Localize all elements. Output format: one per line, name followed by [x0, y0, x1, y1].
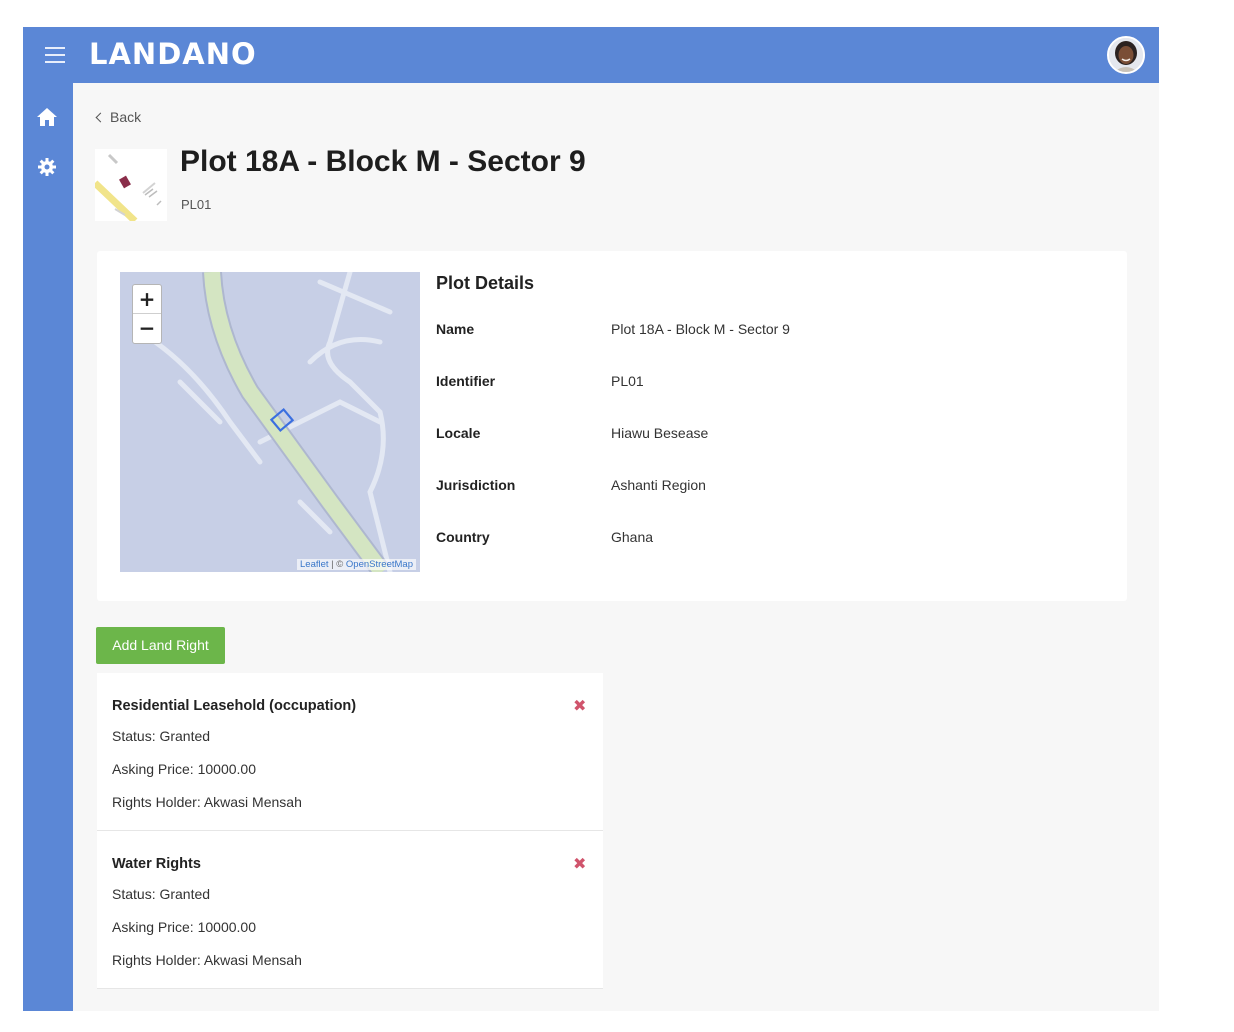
top-bar: LANDANO [23, 27, 1159, 83]
land-right-asking-price: Asking Price: 10000.00 [112, 761, 256, 777]
home-icon[interactable] [35, 105, 59, 129]
detail-label: Country [436, 529, 490, 545]
land-right-title: Water Rights [112, 856, 201, 872]
detail-value: Ghana [611, 529, 654, 545]
details-heading: Plot Details [436, 273, 535, 293]
detail-label: Locale [436, 425, 481, 441]
leaflet-link[interactable]: Leaflet [300, 559, 329, 570]
plot-map[interactable]: + − Leaflet | © OpenStreetMap [120, 272, 420, 572]
map-zoom-control: + − [132, 284, 162, 344]
settings-gear-icon[interactable] [35, 155, 59, 179]
main-content: Back Plot 18A - Block M - Sector 9 PL01 [73, 83, 1159, 1011]
user-avatar[interactable] [1107, 36, 1145, 74]
detail-label: Identifier [436, 373, 496, 389]
openstreetmap-link[interactable]: OpenStreetMap [346, 559, 413, 570]
plot-thumbnail [92, 149, 167, 224]
map-tiles [120, 272, 420, 572]
detail-value: Ashanti Region [611, 477, 706, 493]
land-right-status: Status: Granted [112, 886, 211, 902]
attribution-separator: | © [328, 559, 346, 570]
detail-label: Jurisdiction [436, 477, 516, 493]
land-right-item: Residential Leasehold (occupation) ✖ Sta… [97, 673, 603, 831]
page-title: Plot 18A - Block M - Sector 9 [180, 145, 586, 178]
land-right-holder: Rights Holder: Akwasi Mensah [112, 952, 302, 968]
brand-logo: LANDANO [89, 37, 257, 71]
delete-icon[interactable]: ✖ [573, 696, 586, 715]
land-right-item: Water Rights ✖ Status: Granted Asking Pr… [97, 831, 603, 989]
land-right-holder: Rights Holder: Akwasi Mensah [112, 794, 302, 810]
plot-details-card: + − Leaflet | © OpenStreetMap Plot Detai… [97, 251, 1127, 601]
back-link[interactable]: Back [95, 109, 142, 125]
app-window: LANDANO Back Plot 18A - Block M - Sector… [23, 27, 1159, 1011]
detail-value: PL01 [611, 373, 644, 389]
detail-value: Hiawu Besease [611, 425, 709, 441]
detail-label: Name [436, 321, 475, 337]
zoom-out-button[interactable]: − [133, 314, 161, 343]
sidebar [23, 83, 73, 1011]
delete-icon[interactable]: ✖ [573, 854, 586, 873]
add-land-right-button[interactable]: Add Land Right [96, 627, 225, 664]
plot-code: PL01 [181, 197, 212, 212]
land-right-status: Status: Granted [112, 728, 211, 744]
menu-icon[interactable] [45, 47, 65, 63]
detail-value: Plot 18A - Block M - Sector 9 [611, 321, 790, 337]
land-right-asking-price: Asking Price: 10000.00 [112, 919, 256, 935]
land-right-title: Residential Leasehold (occupation) [112, 698, 357, 714]
chevron-left-icon [95, 112, 106, 123]
map-attribution: Leaflet | © OpenStreetMap [297, 559, 416, 570]
zoom-in-button[interactable]: + [133, 285, 161, 314]
back-label: Back [110, 109, 142, 125]
land-rights-list: Residential Leasehold (occupation) ✖ Sta… [97, 673, 603, 989]
